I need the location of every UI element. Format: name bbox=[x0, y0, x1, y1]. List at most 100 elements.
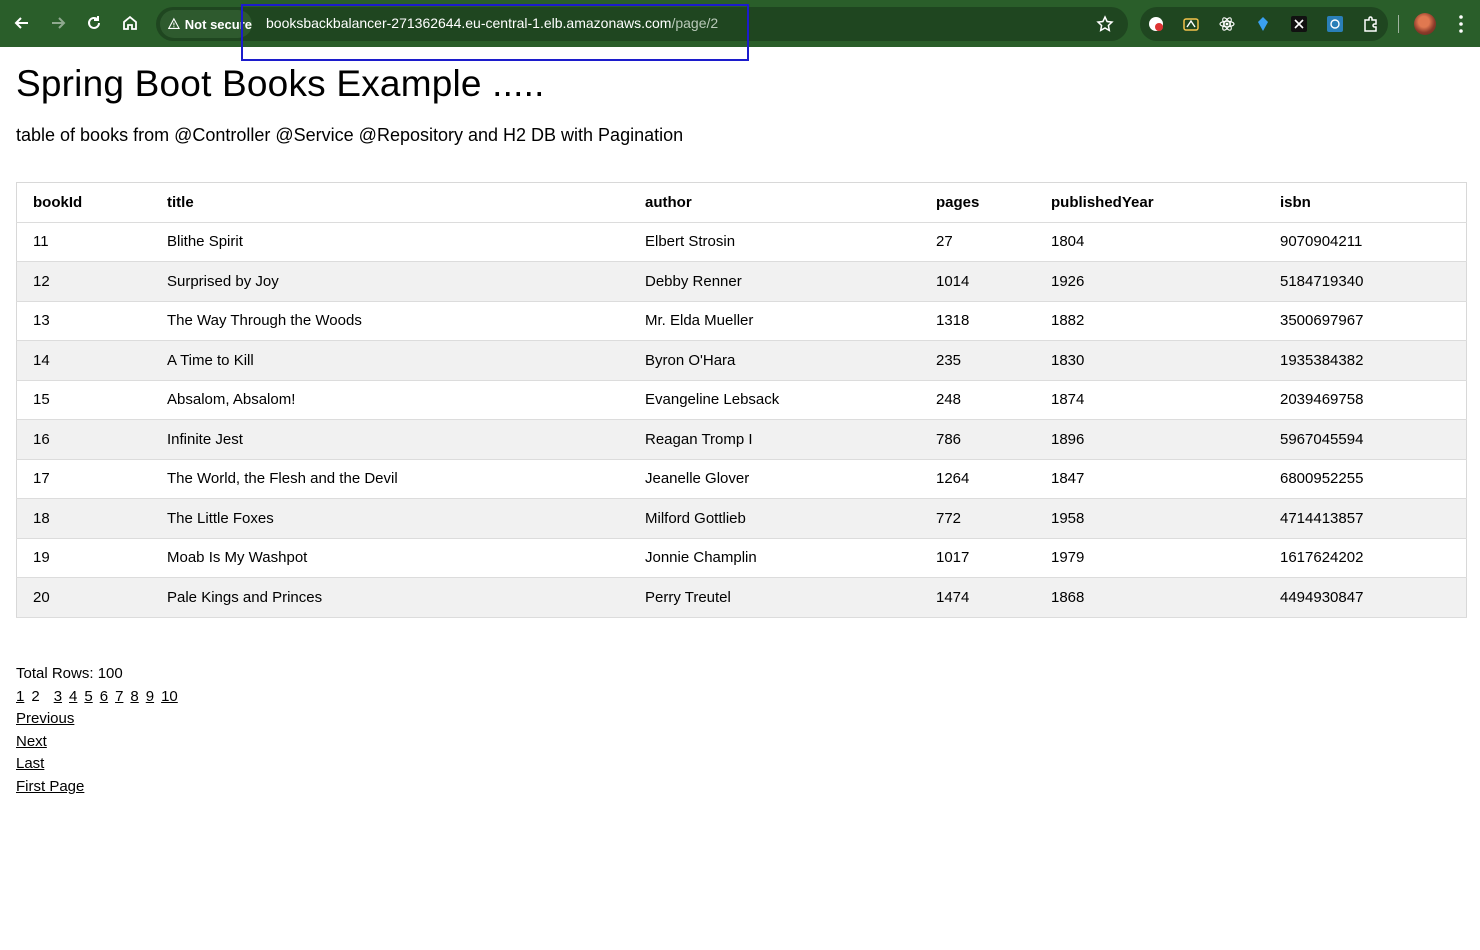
page-link-3[interactable]: 3 bbox=[54, 688, 62, 705]
extension-1-icon[interactable] bbox=[1147, 15, 1165, 33]
cell-title: Blithe Spirit bbox=[151, 222, 629, 262]
last-link[interactable]: Last bbox=[16, 755, 44, 772]
back-arrow-icon[interactable] bbox=[10, 11, 34, 35]
cell-isbn: 6800952255 bbox=[1264, 459, 1467, 499]
cell-bookid: 19 bbox=[16, 538, 151, 578]
cell-pages: 786 bbox=[920, 419, 1035, 460]
first-page-link[interactable]: First Page bbox=[16, 778, 84, 795]
cell-author: Milford Gottlieb bbox=[629, 498, 920, 539]
cell-bookid: 16 bbox=[16, 419, 151, 460]
toolbar-separator bbox=[1398, 15, 1399, 33]
page-link-5[interactable]: 5 bbox=[84, 688, 92, 705]
cell-bookid: 20 bbox=[16, 577, 151, 618]
page-link-4[interactable]: 4 bbox=[69, 688, 77, 705]
page-link-6[interactable]: 6 bbox=[100, 688, 108, 705]
cell-isbn: 2039469758 bbox=[1264, 380, 1467, 420]
table-row: 13 The Way Through the Woods Mr. Elda Muel… bbox=[16, 301, 1467, 341]
table-row: 15 Absalom, Absalom! Evangeline Lebsack 248… bbox=[16, 380, 1467, 420]
extension-x-icon[interactable] bbox=[1290, 15, 1308, 33]
cell-pages: 248 bbox=[920, 380, 1035, 420]
current-page-number: 2 bbox=[31, 687, 40, 705]
cell-author: Jeanelle Glover bbox=[629, 459, 920, 499]
cell-title: The Way Through the Woods bbox=[151, 301, 629, 341]
cell-isbn: 5967045594 bbox=[1264, 419, 1467, 460]
kebab-menu-icon[interactable] bbox=[1452, 12, 1470, 36]
cell-isbn: 1935384382 bbox=[1264, 340, 1467, 381]
cell-pages: 1017 bbox=[920, 538, 1035, 578]
cell-bookid: 18 bbox=[16, 498, 151, 539]
cell-published-year: 1830 bbox=[1035, 340, 1264, 381]
table-body: 11 Blithe Spirit Elbert Strosin 27 1804 90709… bbox=[16, 222, 1467, 618]
extensions-area bbox=[1140, 7, 1388, 41]
profile-avatar[interactable] bbox=[1414, 13, 1436, 35]
cell-isbn: 1617624202 bbox=[1264, 538, 1467, 578]
cell-published-year: 1847 bbox=[1035, 459, 1264, 499]
cell-title: The Little Foxes bbox=[151, 498, 629, 539]
total-rows: Total Rows: 100 bbox=[16, 665, 123, 682]
extension-gem-icon[interactable] bbox=[1254, 15, 1272, 33]
cell-isbn: 4714413857 bbox=[1264, 498, 1467, 539]
bookmark-star-icon[interactable] bbox=[1096, 15, 1114, 33]
cell-pages: 27 bbox=[920, 222, 1035, 262]
cell-pages: 235 bbox=[920, 340, 1035, 381]
extensions-puzzle-icon[interactable] bbox=[1362, 15, 1380, 33]
page-link-1[interactable]: 1 bbox=[16, 688, 24, 705]
cell-published-year: 1896 bbox=[1035, 419, 1264, 460]
table-row: 14 A Time to Kill Byron O'Hara 235 1830 19353… bbox=[16, 340, 1467, 381]
cell-title: Absalom, Absalom! bbox=[151, 380, 629, 420]
reload-icon[interactable] bbox=[82, 11, 106, 35]
cell-isbn: 4494930847 bbox=[1264, 577, 1467, 618]
table-row: 17 The World, the Flesh and the Devil Jean… bbox=[16, 459, 1467, 499]
table-row: 12 Surprised by Joy Debby Renner 1014 1926 51… bbox=[16, 261, 1467, 302]
cell-title: A Time to Kill bbox=[151, 340, 629, 381]
cell-isbn: 3500697967 bbox=[1264, 301, 1467, 341]
extension-blue-icon[interactable] bbox=[1326, 15, 1344, 33]
page-title: Spring Boot Books Example ..... bbox=[16, 63, 545, 104]
page-number-links: 1 2 3 4 5 6 7 8 9 10 bbox=[16, 686, 185, 709]
table-header-row: bookId title author pages publishedYear … bbox=[16, 182, 1467, 223]
cell-bookid: 14 bbox=[16, 340, 151, 381]
cell-title: Moab Is My Washpot bbox=[151, 538, 629, 578]
cell-bookid: 12 bbox=[16, 261, 151, 302]
cell-isbn: 9070904211 bbox=[1264, 222, 1467, 262]
cell-title: The World, the Flesh and the Devil bbox=[151, 459, 629, 499]
cell-author: Jonnie Champlin bbox=[629, 538, 920, 578]
cell-title: Infinite Jest bbox=[151, 419, 629, 460]
cell-author: Byron O'Hara bbox=[629, 340, 920, 381]
cell-published-year: 1882 bbox=[1035, 301, 1264, 341]
cell-published-year: 1926 bbox=[1035, 261, 1264, 302]
table-row: 19 Moab Is My Washpot Jonnie Champlin 1017 1… bbox=[16, 538, 1467, 578]
table-row: 11 Blithe Spirit Elbert Strosin 27 1804 90709… bbox=[16, 222, 1467, 262]
cell-author: Reagan Tromp I bbox=[629, 419, 920, 460]
cell-author: Mr. Elda Mueller bbox=[629, 301, 920, 341]
extension-2-icon[interactable] bbox=[1182, 15, 1200, 33]
page-link-10[interactable]: 10 bbox=[161, 688, 178, 705]
page-link-9[interactable]: 9 bbox=[146, 688, 154, 705]
cell-bookid: 11 bbox=[16, 222, 151, 262]
security-chip[interactable]: Not secure bbox=[160, 10, 252, 38]
cell-published-year: 1958 bbox=[1035, 498, 1264, 539]
cell-author: Evangeline Lebsack bbox=[629, 380, 920, 420]
table-row: 20 Pale Kings and Princes Perry Treutel 147… bbox=[16, 577, 1467, 618]
warning-icon bbox=[168, 17, 180, 29]
page-link-7[interactable]: 7 bbox=[115, 688, 123, 705]
cell-published-year: 1804 bbox=[1035, 222, 1264, 262]
cell-published-year: 1874 bbox=[1035, 380, 1264, 420]
cell-published-year: 1868 bbox=[1035, 577, 1264, 618]
cell-pages: 1014 bbox=[920, 261, 1035, 302]
next-link[interactable]: Next bbox=[16, 733, 47, 750]
cell-bookid: 17 bbox=[16, 459, 151, 499]
pagination-footer: Total Rows: 100 1 2 3 4 5 6 7 8 9 10 Previous Nex… bbox=[16, 663, 185, 799]
cell-bookid: 15 bbox=[16, 380, 151, 420]
page-link-8[interactable]: 8 bbox=[130, 688, 138, 705]
previous-link[interactable]: Previous bbox=[16, 710, 74, 727]
forward-arrow-icon[interactable] bbox=[46, 11, 70, 35]
cell-title: Surprised by Joy bbox=[151, 261, 629, 302]
react-devtools-icon[interactable] bbox=[1218, 15, 1236, 33]
header-bookid: bookId bbox=[16, 182, 151, 223]
home-icon[interactable] bbox=[118, 11, 142, 35]
cell-author: Perry Treutel bbox=[629, 577, 920, 618]
header-published-year: publishedYear bbox=[1035, 182, 1264, 223]
header-isbn: isbn bbox=[1264, 182, 1467, 223]
cell-title: Pale Kings and Princes bbox=[151, 577, 629, 618]
